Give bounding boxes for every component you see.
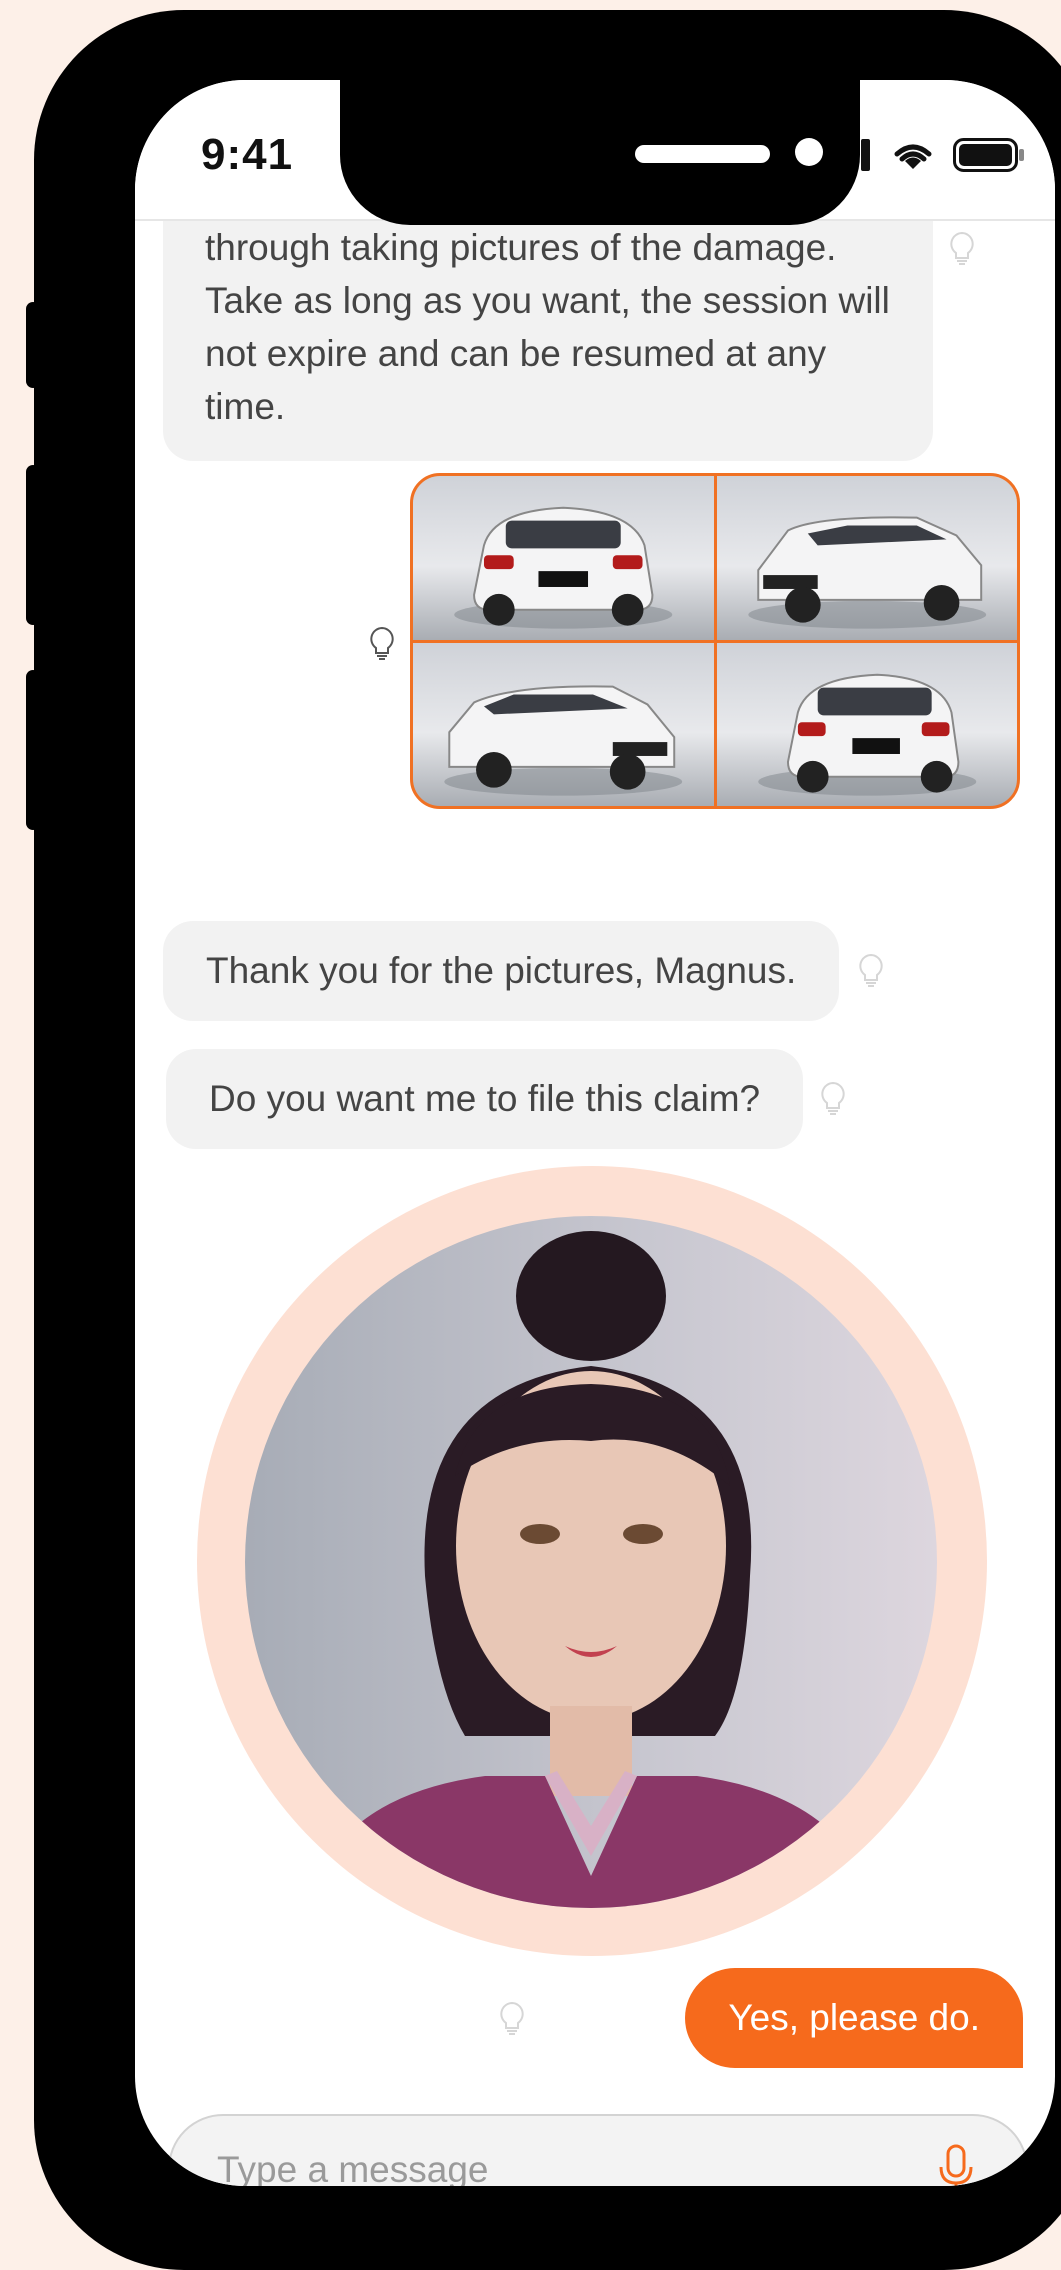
lightbulb-icon[interactable] xyxy=(818,1080,848,1116)
assistant-avatar-video[interactable] xyxy=(245,1216,937,1908)
phone-frame: through taking pictures of the damage. T… xyxy=(34,10,1061,2270)
lightbulb-icon[interactable] xyxy=(367,625,397,661)
phone-screen: through taking pictures of the damage. T… xyxy=(135,80,1055,2186)
car-photo-rear[interactable] xyxy=(413,476,714,640)
lightbulb-icon[interactable] xyxy=(856,952,886,988)
phone-camera xyxy=(795,138,823,166)
message-input[interactable] xyxy=(215,2138,919,2186)
assistant-message-bubble: Thank you for the pictures, Magnus. xyxy=(163,921,840,1021)
wifi-icon xyxy=(894,144,932,169)
car-photo-front-right[interactable] xyxy=(413,642,714,806)
phone-speaker xyxy=(635,145,770,163)
phone-notch xyxy=(340,80,860,225)
message-line: Take as long as you want, the session wi… xyxy=(205,280,890,321)
message-text: Yes, please do. xyxy=(728,1997,980,2038)
microphone-icon[interactable] xyxy=(936,2143,976,2186)
message-text: Do you want me to file this claim? xyxy=(209,1078,761,1119)
image-grid-message[interactable] xyxy=(410,473,1020,809)
assistant-message-bubble: Do you want me to file this claim? xyxy=(166,1049,804,1149)
battery-icon xyxy=(953,138,1024,172)
car-photo-rear-right[interactable] xyxy=(716,642,1017,806)
chat-thread[interactable]: through taking pictures of the damage. T… xyxy=(135,161,1055,2186)
message-composer[interactable] xyxy=(168,2114,1028,2186)
message-line: time. xyxy=(205,386,286,427)
message-line: through taking pictures of the damage. xyxy=(205,227,837,268)
message-line: not expire and can be resumed at any xyxy=(205,333,827,374)
lightbulb-icon[interactable] xyxy=(497,2000,527,2036)
car-photo-front-left[interactable] xyxy=(716,476,1017,640)
lightbulb-icon[interactable] xyxy=(947,230,977,266)
user-message-bubble: Yes, please do. xyxy=(685,1968,1023,2068)
status-time: 9:41 xyxy=(201,130,294,179)
message-text: Thank you for the pictures, Magnus. xyxy=(206,950,797,991)
